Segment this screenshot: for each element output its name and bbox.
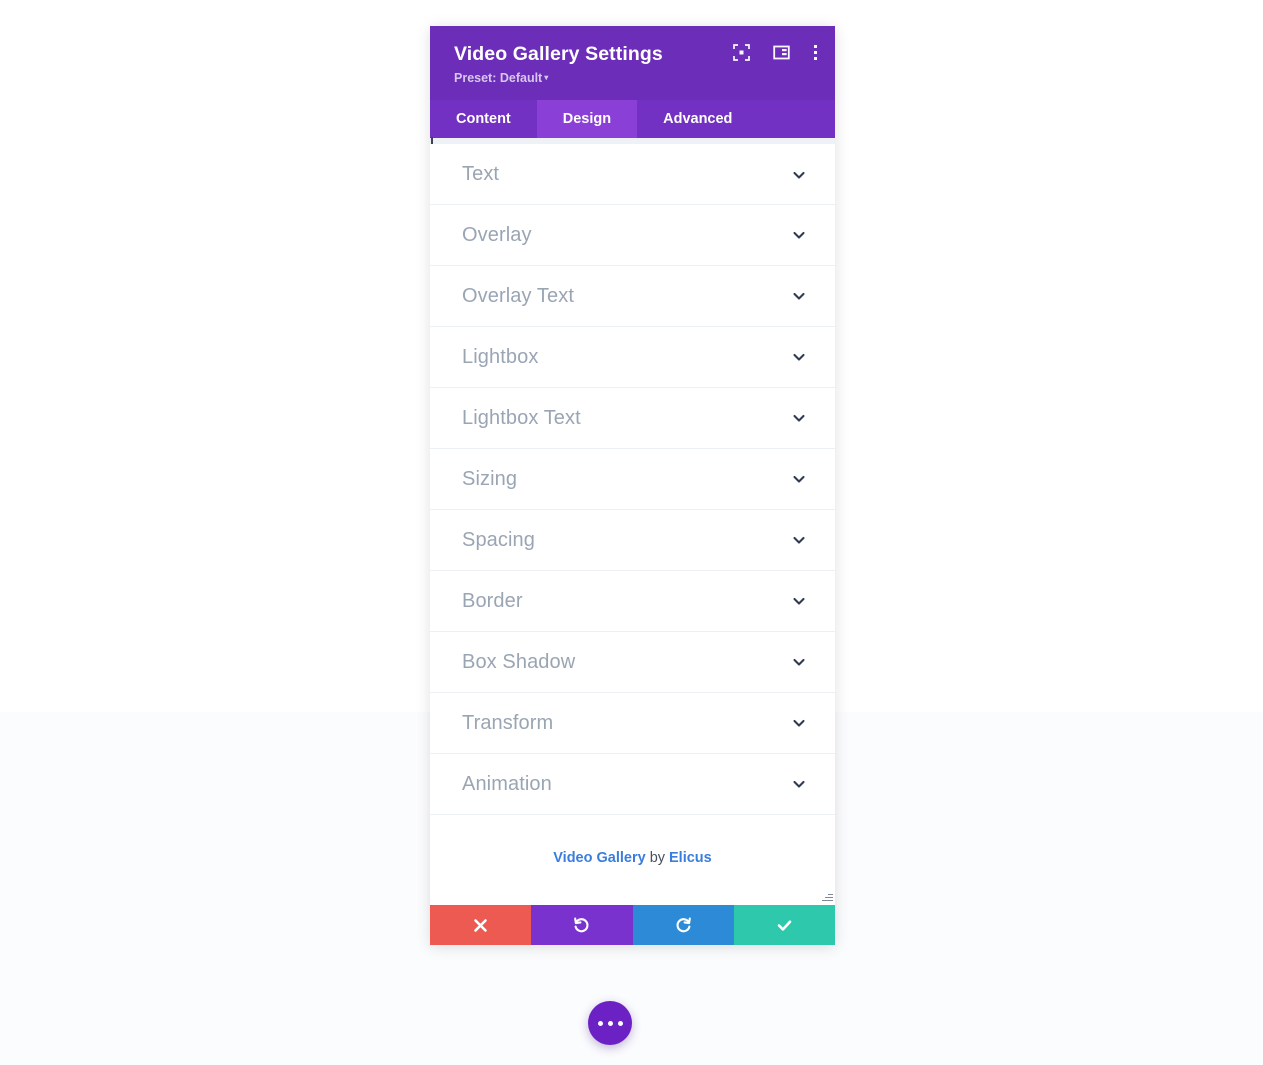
section-label: Animation bbox=[462, 772, 552, 795]
section-toggle-overlay[interactable]: Overlay bbox=[430, 205, 835, 266]
section-toggle-transform[interactable]: Transform bbox=[430, 693, 835, 754]
section-toggle-border[interactable]: Border bbox=[430, 571, 835, 632]
close-x-icon bbox=[472, 917, 489, 934]
undo-button[interactable] bbox=[531, 905, 633, 945]
check-icon bbox=[775, 916, 794, 935]
section-label: Overlay Text bbox=[462, 284, 574, 307]
chevron-down-icon bbox=[791, 715, 807, 731]
section-toggle-box-shadow[interactable]: Box Shadow bbox=[430, 632, 835, 693]
header-actions bbox=[733, 44, 817, 61]
focus-icon[interactable] bbox=[733, 44, 750, 61]
chevron-down-icon bbox=[791, 471, 807, 487]
section-label: Lightbox bbox=[462, 345, 539, 368]
chevron-down-icon: ▾ bbox=[544, 73, 549, 82]
section-toggle-text[interactable]: Text bbox=[430, 144, 835, 205]
section-label: Sizing bbox=[462, 467, 518, 490]
section-toggle-spacing[interactable]: Spacing bbox=[430, 510, 835, 571]
redo-button[interactable] bbox=[632, 905, 734, 945]
credit-by-text: by bbox=[649, 850, 666, 866]
panel-layout-icon[interactable] bbox=[773, 44, 790, 61]
plugin-credit: Video Gallery by Elicus bbox=[430, 815, 835, 901]
modal-body: Text Overlay Overlay Text Lightbox Light bbox=[430, 144, 835, 905]
save-button[interactable] bbox=[733, 905, 835, 945]
section-toggle-lightbox-text[interactable]: Lightbox Text bbox=[430, 388, 835, 449]
undo-arrow-icon bbox=[572, 916, 591, 935]
chevron-down-icon bbox=[791, 349, 807, 365]
chevron-down-icon bbox=[791, 288, 807, 304]
section-label: Lightbox Text bbox=[462, 406, 581, 429]
more-options-fab[interactable] bbox=[588, 1001, 632, 1045]
cancel-button[interactable] bbox=[430, 905, 532, 945]
chevron-down-icon bbox=[791, 654, 807, 670]
author-link[interactable]: Elicus bbox=[669, 850, 712, 866]
modal-header: Video Gallery Settings Preset: Default ▾ bbox=[430, 26, 835, 100]
tab-advanced[interactable]: Advanced bbox=[637, 100, 758, 138]
preset-selector[interactable]: Preset: Default ▾ bbox=[454, 69, 548, 87]
preset-label: Preset: Default bbox=[454, 71, 543, 85]
chevron-down-icon bbox=[791, 167, 807, 183]
section-label: Overlay bbox=[462, 223, 532, 246]
modal-footer bbox=[430, 905, 835, 945]
video-gallery-settings-modal: Video Gallery Settings Preset: Default▾ bbox=[430, 26, 835, 945]
tab-content[interactable]: Content bbox=[430, 100, 537, 138]
section-label: Spacing bbox=[462, 528, 535, 551]
product-link[interactable]: Video Gallery bbox=[553, 850, 645, 866]
chevron-down-icon bbox=[791, 227, 807, 243]
section-toggle-animation[interactable]: Animation bbox=[430, 754, 835, 815]
three-dots-icon bbox=[617, 1020, 623, 1026]
resize-handle[interactable] bbox=[821, 891, 833, 903]
section-label: Transform bbox=[462, 711, 554, 734]
three-dots-icon bbox=[607, 1020, 613, 1026]
tab-design[interactable]: Design bbox=[536, 100, 638, 138]
chevron-down-icon bbox=[791, 776, 807, 792]
section-label: Border bbox=[462, 589, 523, 612]
section-toggle-overlay-text[interactable]: Overlay Text bbox=[430, 266, 835, 327]
chevron-down-icon bbox=[791, 532, 807, 548]
section-toggle-sizing[interactable]: Sizing bbox=[430, 449, 835, 510]
modal-tabs: Content Design Advanced bbox=[430, 100, 835, 138]
chevron-down-icon bbox=[791, 410, 807, 426]
chevron-down-icon bbox=[791, 593, 807, 609]
three-dots-icon bbox=[597, 1020, 603, 1026]
redo-arrow-icon bbox=[674, 916, 693, 935]
section-label: Text bbox=[462, 163, 500, 185]
section-label: Box Shadow bbox=[462, 650, 576, 673]
section-toggle-lightbox[interactable]: Lightbox bbox=[430, 327, 835, 388]
kebab-menu-icon[interactable] bbox=[813, 44, 817, 61]
